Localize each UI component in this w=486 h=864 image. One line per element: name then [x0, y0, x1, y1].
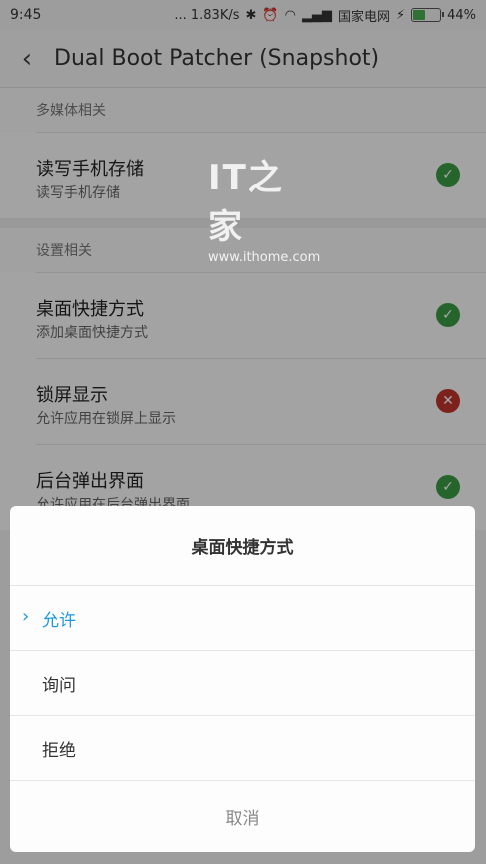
- watermark-url: www.ithome.com: [208, 250, 321, 265]
- chevron-right-icon: ›: [22, 606, 30, 627]
- option-label: 询问: [42, 675, 76, 696]
- option-label: 拒绝: [42, 740, 76, 761]
- option-allow[interactable]: › 允许: [10, 586, 475, 651]
- watermark-logo: IT之家: [208, 158, 284, 247]
- cancel-button[interactable]: 取消: [10, 781, 475, 852]
- option-deny[interactable]: 拒绝: [10, 716, 475, 781]
- option-label: 允许: [42, 610, 76, 631]
- option-ask[interactable]: 询问: [10, 651, 475, 716]
- choice-dialog: 桌面快捷方式 › 允许 询问 拒绝 取消: [10, 506, 475, 852]
- watermark: IT之家 www.ithome.com: [208, 150, 320, 265]
- dialog-title: 桌面快捷方式: [10, 506, 475, 586]
